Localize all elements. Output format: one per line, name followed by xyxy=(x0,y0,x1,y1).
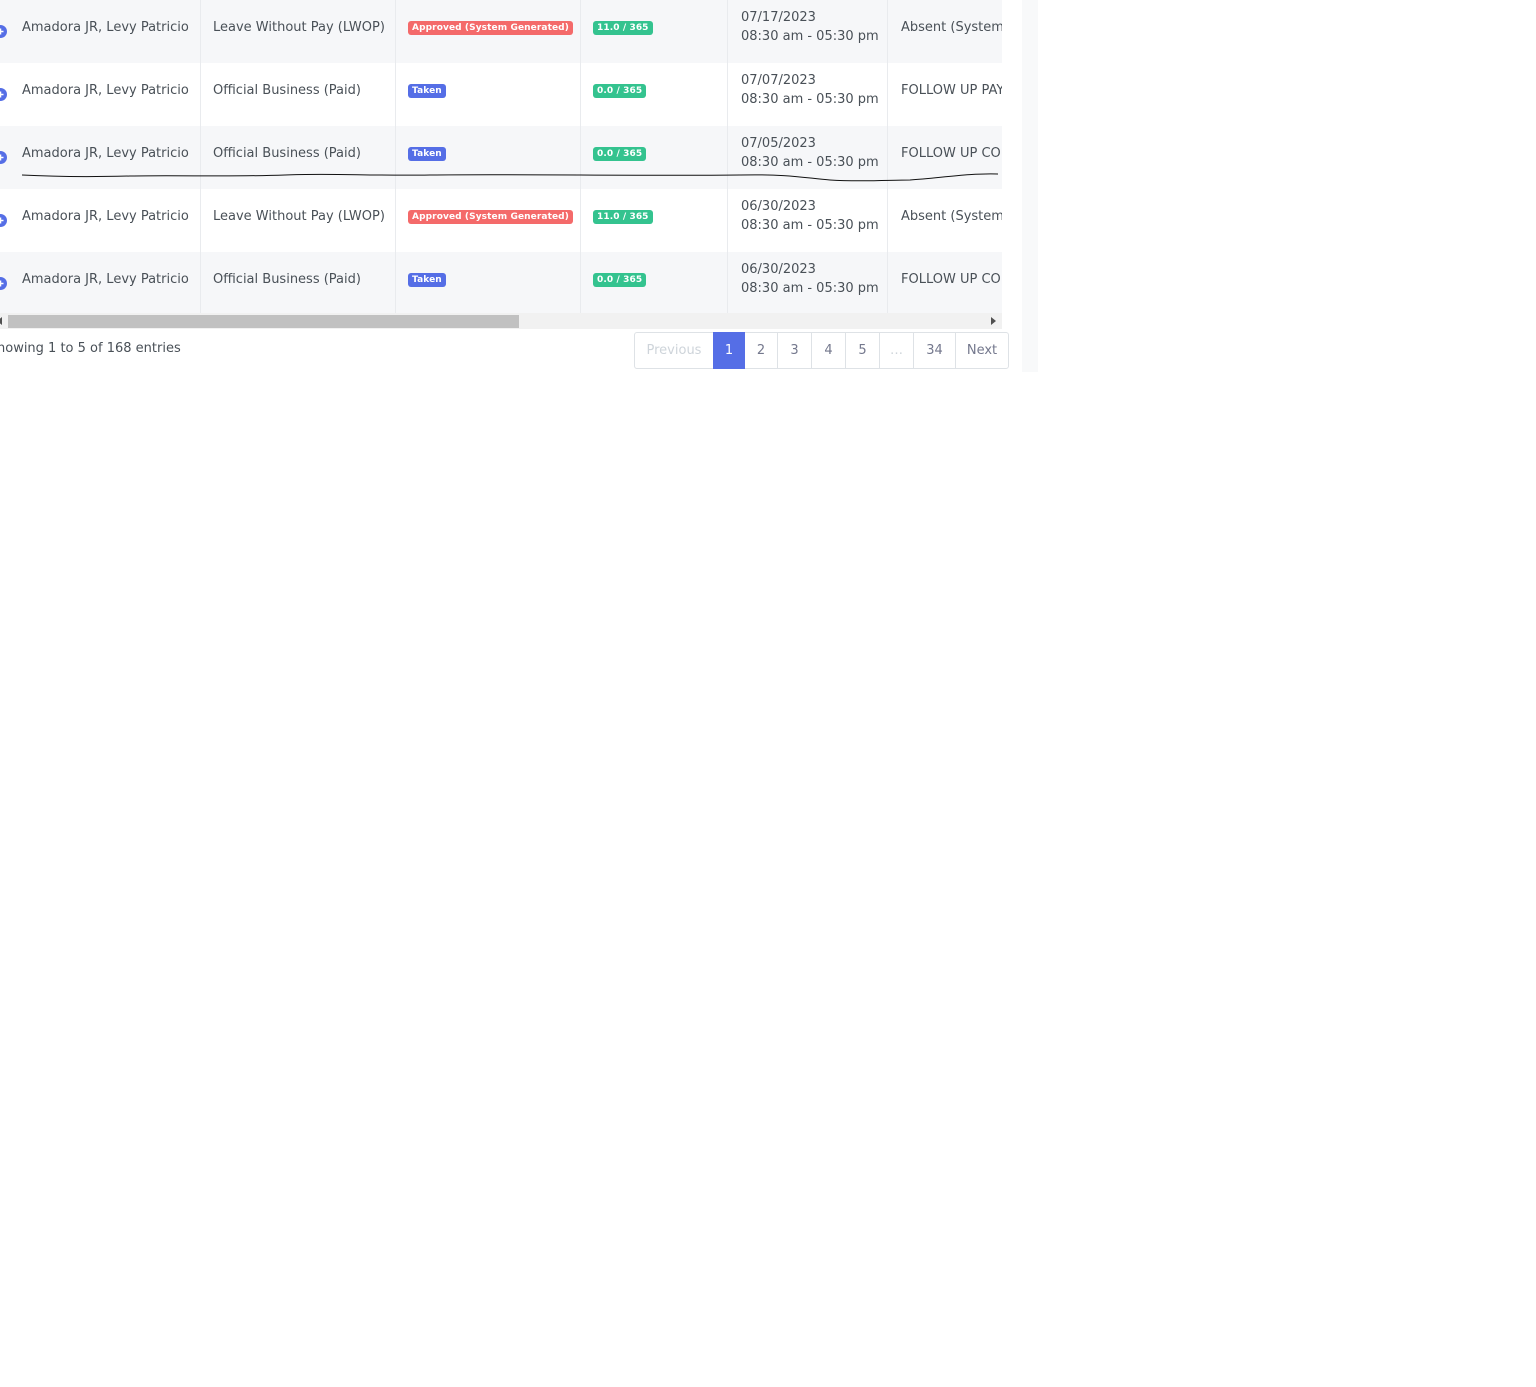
table-row[interactable]: Amadora JR, Levy Patricio Official Busine… xyxy=(0,252,1002,313)
status-badge: Taken xyxy=(408,84,446,98)
leave-type: Official Business (Paid) xyxy=(213,146,361,161)
balance-badge: 11.0 / 365 xyxy=(593,210,653,224)
leave-type: Leave Without Pay (LWOP) xyxy=(213,20,385,35)
leave-date: 07/05/2023 xyxy=(741,136,816,151)
status-badge: Approved (System Generated) xyxy=(408,21,573,35)
table-row[interactable]: Amadora JR, Levy Patricio Leave Without P… xyxy=(0,0,1002,63)
page-button-2[interactable]: 2 xyxy=(744,332,778,369)
entries-info: howing 1 to 5 of 168 entries xyxy=(0,341,181,356)
leave-reason: FOLLOW UP PAYM xyxy=(901,83,1002,98)
leave-time: 08:30 am - 05:30 pm xyxy=(741,29,879,44)
leave-time: 08:30 am - 05:30 pm xyxy=(741,218,879,233)
leave-type: Official Business (Paid) xyxy=(213,83,361,98)
expand-row-icon[interactable] xyxy=(0,214,7,227)
balance-badge: 0.0 / 365 xyxy=(593,147,647,161)
employee-name: Amadora JR, Levy Patricio xyxy=(22,83,189,98)
leave-reason: FOLLOW UP COLL xyxy=(901,272,1002,287)
leave-reason: Absent (System xyxy=(901,20,1002,35)
leave-date: 06/30/2023 xyxy=(741,262,816,277)
table-row[interactable]: Amadora JR, Levy Patricio Official Busine… xyxy=(0,63,1002,126)
column-divider xyxy=(887,0,888,313)
right-panel-edge xyxy=(1022,0,1038,372)
leave-type: Official Business (Paid) xyxy=(213,272,361,287)
pagination-ellipsis: … xyxy=(879,332,914,369)
balance-badge: 0.0 / 365 xyxy=(593,84,647,98)
employee-name: Amadora JR, Levy Patricio xyxy=(22,20,189,35)
page-button-4[interactable]: 4 xyxy=(811,332,846,369)
leave-date: 07/17/2023 xyxy=(741,10,816,25)
column-divider xyxy=(395,0,396,313)
scroll-left-arrow-icon[interactable] xyxy=(0,317,2,325)
column-divider xyxy=(727,0,728,313)
page-button-1[interactable]: 1 xyxy=(713,332,745,369)
table-row[interactable]: Amadora JR, Levy Patricio Leave Without P… xyxy=(0,189,1002,252)
employee-name: Amadora JR, Levy Patricio xyxy=(22,146,189,161)
leave-time: 08:30 am - 05:30 pm xyxy=(741,92,879,107)
hand-drawn-underline xyxy=(21,173,999,182)
column-divider xyxy=(580,0,581,313)
page-button-3[interactable]: 3 xyxy=(777,332,812,369)
leave-date: 07/07/2023 xyxy=(741,73,816,88)
pagination: Previous 1 2 3 4 5… 34 Next xyxy=(634,332,1009,369)
leave-reason: Absent (System xyxy=(901,209,1002,224)
leave-date: 06/30/2023 xyxy=(741,199,816,214)
status-badge: Approved (System Generated) xyxy=(408,210,573,224)
expand-row-icon[interactable] xyxy=(0,25,7,38)
next-page-button[interactable]: Next xyxy=(955,332,1009,369)
leave-time: 08:30 am - 05:30 pm xyxy=(741,281,879,296)
employee-name: Amadora JR, Levy Patricio xyxy=(22,272,189,287)
leave-reason: FOLLOW UP COLL xyxy=(901,146,1002,161)
balance-badge: 0.0 / 365 xyxy=(593,273,647,287)
page-button-34[interactable]: 34 xyxy=(913,332,956,369)
horizontal-scrollbar[interactable] xyxy=(0,313,1002,329)
employee-name: Amadora JR, Levy Patricio xyxy=(22,209,189,224)
previous-page-button[interactable]: Previous xyxy=(634,332,714,369)
page-button-5[interactable]: 5 xyxy=(845,332,880,369)
scroll-right-arrow-icon[interactable] xyxy=(991,317,996,325)
leave-table: Amadora JR, Levy Patricio Leave Without P… xyxy=(0,0,1002,313)
expand-row-icon[interactable] xyxy=(0,277,7,290)
leave-type: Leave Without Pay (LWOP) xyxy=(213,209,385,224)
expand-row-icon[interactable] xyxy=(0,88,7,101)
balance-badge: 11.0 / 365 xyxy=(593,21,653,35)
expand-row-icon[interactable] xyxy=(0,151,7,164)
scrollbar-thumb[interactable] xyxy=(8,315,519,328)
page: Amadora JR, Levy Patricio Leave Without P… xyxy=(0,0,1536,1387)
status-badge: Taken xyxy=(408,147,446,161)
status-badge: Taken xyxy=(408,273,446,287)
column-divider xyxy=(200,0,201,313)
